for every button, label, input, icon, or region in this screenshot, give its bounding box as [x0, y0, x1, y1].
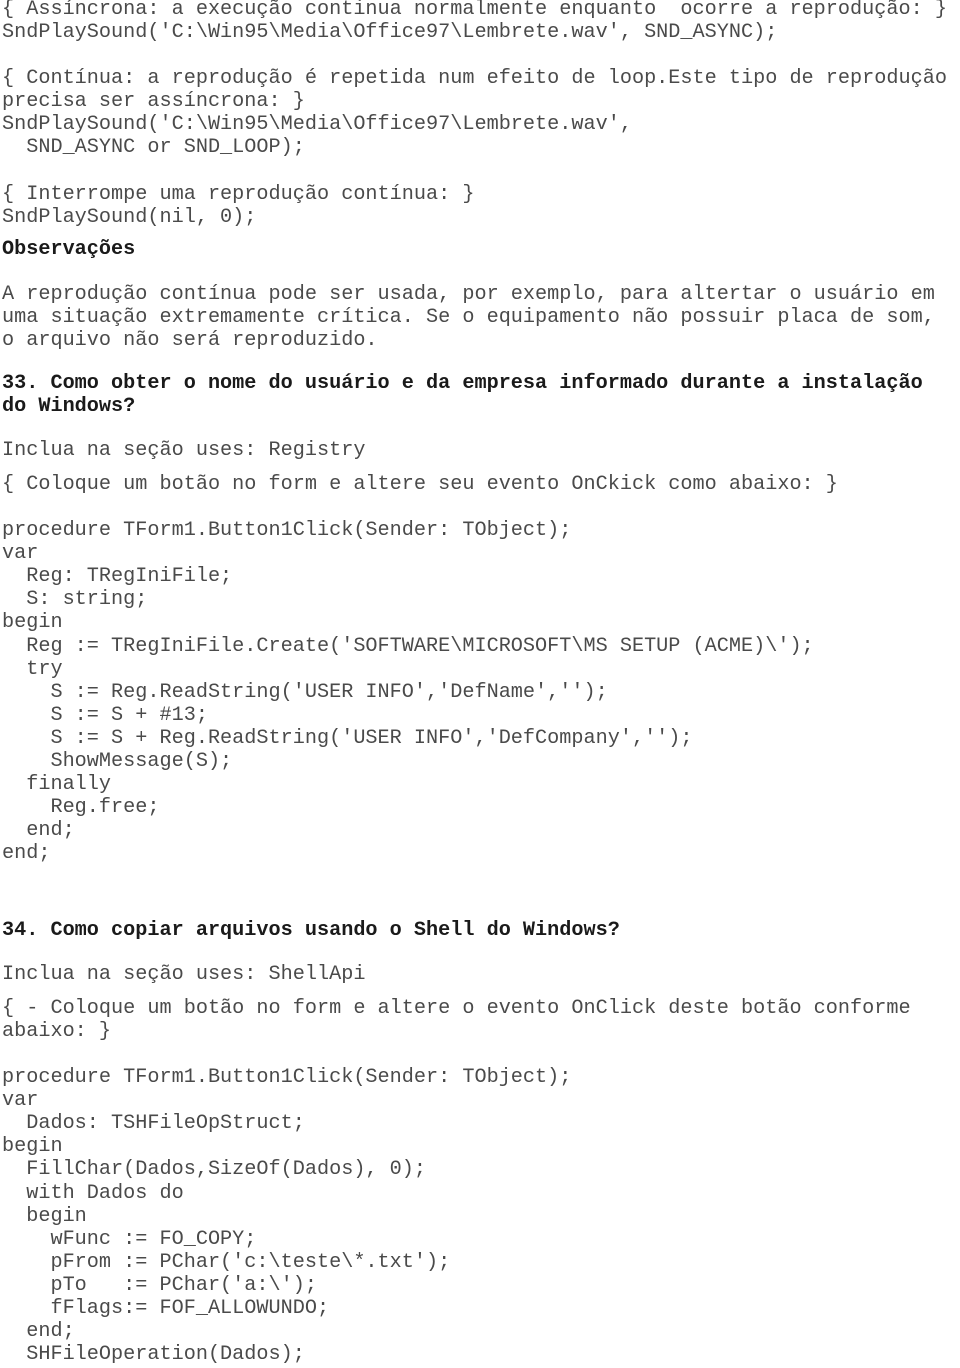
s34-code-line: begin — [2, 1205, 87, 1228]
s33-code-line: ShowMessage(S); — [2, 750, 233, 773]
comment-async: { Assíncrona: a execução continua normal… — [2, 0, 947, 21]
s34-code-line: procedure TForm1.Button1Click(Sender: TO… — [2, 1066, 572, 1089]
section-33-heading-1: 33. Como obter o nome do usuário e da em… — [2, 372, 923, 395]
s34-code-line: with Dados do — [2, 1182, 184, 1205]
s34-code-line: Dados: TSHFileOpStruct; — [2, 1112, 305, 1135]
s33-code-line: end; — [2, 819, 75, 842]
code-line-loop-1: SndPlaySound('C:\Win95\Media\Office97\Le… — [2, 113, 632, 136]
s34-code-line: var — [2, 1089, 39, 1112]
comment-stop: { Interrompe uma reprodução contínua: } — [2, 183, 475, 206]
code-line-loop-2: SND_ASYNC or SND_LOOP); — [2, 136, 305, 159]
s33-code-line: Reg: TRegIniFile; — [2, 565, 233, 588]
section-34-comment-2: abaixo: } — [2, 1020, 112, 1043]
s33-code-line: Reg := TRegIniFile.Create('SOFTWARE\MICR… — [2, 635, 814, 658]
s33-code-line: S := S + Reg.ReadString('USER INFO','Def… — [2, 727, 693, 750]
section-33-heading-2: do Windows? — [2, 395, 136, 418]
s33-code-line: finally — [2, 773, 112, 796]
s34-code-line: end; — [2, 1320, 75, 1343]
s33-code-line: S := S + #13; — [2, 704, 208, 727]
s33-code-line: Reg.free; — [2, 796, 160, 819]
s33-code-line: S := Reg.ReadString('USER INFO','DefName… — [2, 681, 608, 704]
section-33-uses: Inclua na seção uses: Registry — [2, 439, 366, 462]
s33-code-line: procedure TForm1.Button1Click(Sender: TO… — [2, 519, 572, 542]
section-34-comment-1: { - Coloque um botão no form e altere o … — [2, 997, 911, 1020]
s33-code-line: begin — [2, 611, 63, 634]
comment-loop-2: precisa ser assíncrona: } — [2, 90, 305, 113]
code-line-stop: SndPlaySound(nil, 0); — [2, 206, 257, 229]
s34-code-line: begin — [2, 1135, 63, 1158]
section-33-comment: { Coloque um botão no form e altere seu … — [2, 473, 838, 496]
s34-code-line: SHFileOperation(Dados); — [2, 1343, 305, 1366]
s34-code-line: FillChar(Dados,SizeOf(Dados), 0); — [2, 1158, 427, 1181]
comment-loop-1: { Contínua: a reprodução é repetida num … — [2, 67, 947, 90]
code-line-async: SndPlaySound('C:\Win95\Media\Office97\Le… — [2, 21, 778, 44]
s33-code-line: try — [2, 658, 63, 681]
section-34-uses: Inclua na seção uses: ShellApi — [2, 963, 366, 986]
s34-code-line: fFlags:= FOF_ALLOWUNDO; — [2, 1297, 330, 1320]
s34-code-line: pTo := PChar('a:\'); — [2, 1274, 317, 1297]
section-34-heading: 34. Como copiar arquivos usando o Shell … — [2, 919, 620, 942]
observacoes-line-2: uma situação extremamente crítica. Se o … — [2, 306, 935, 329]
observacoes-heading: Observações — [2, 238, 136, 261]
observacoes-line-3: o arquivo não será reproduzido. — [2, 329, 378, 352]
s33-code-line: var — [2, 542, 39, 565]
s33-code-line: end; — [2, 842, 51, 865]
s34-code-line: wFunc := FO_COPY; — [2, 1228, 257, 1251]
s33-code-line: S: string; — [2, 588, 148, 611]
observacoes-line-1: A reprodução contínua pode ser usada, po… — [2, 283, 935, 306]
s34-code-line: pFrom := PChar('c:\teste\*.txt'); — [2, 1251, 451, 1274]
